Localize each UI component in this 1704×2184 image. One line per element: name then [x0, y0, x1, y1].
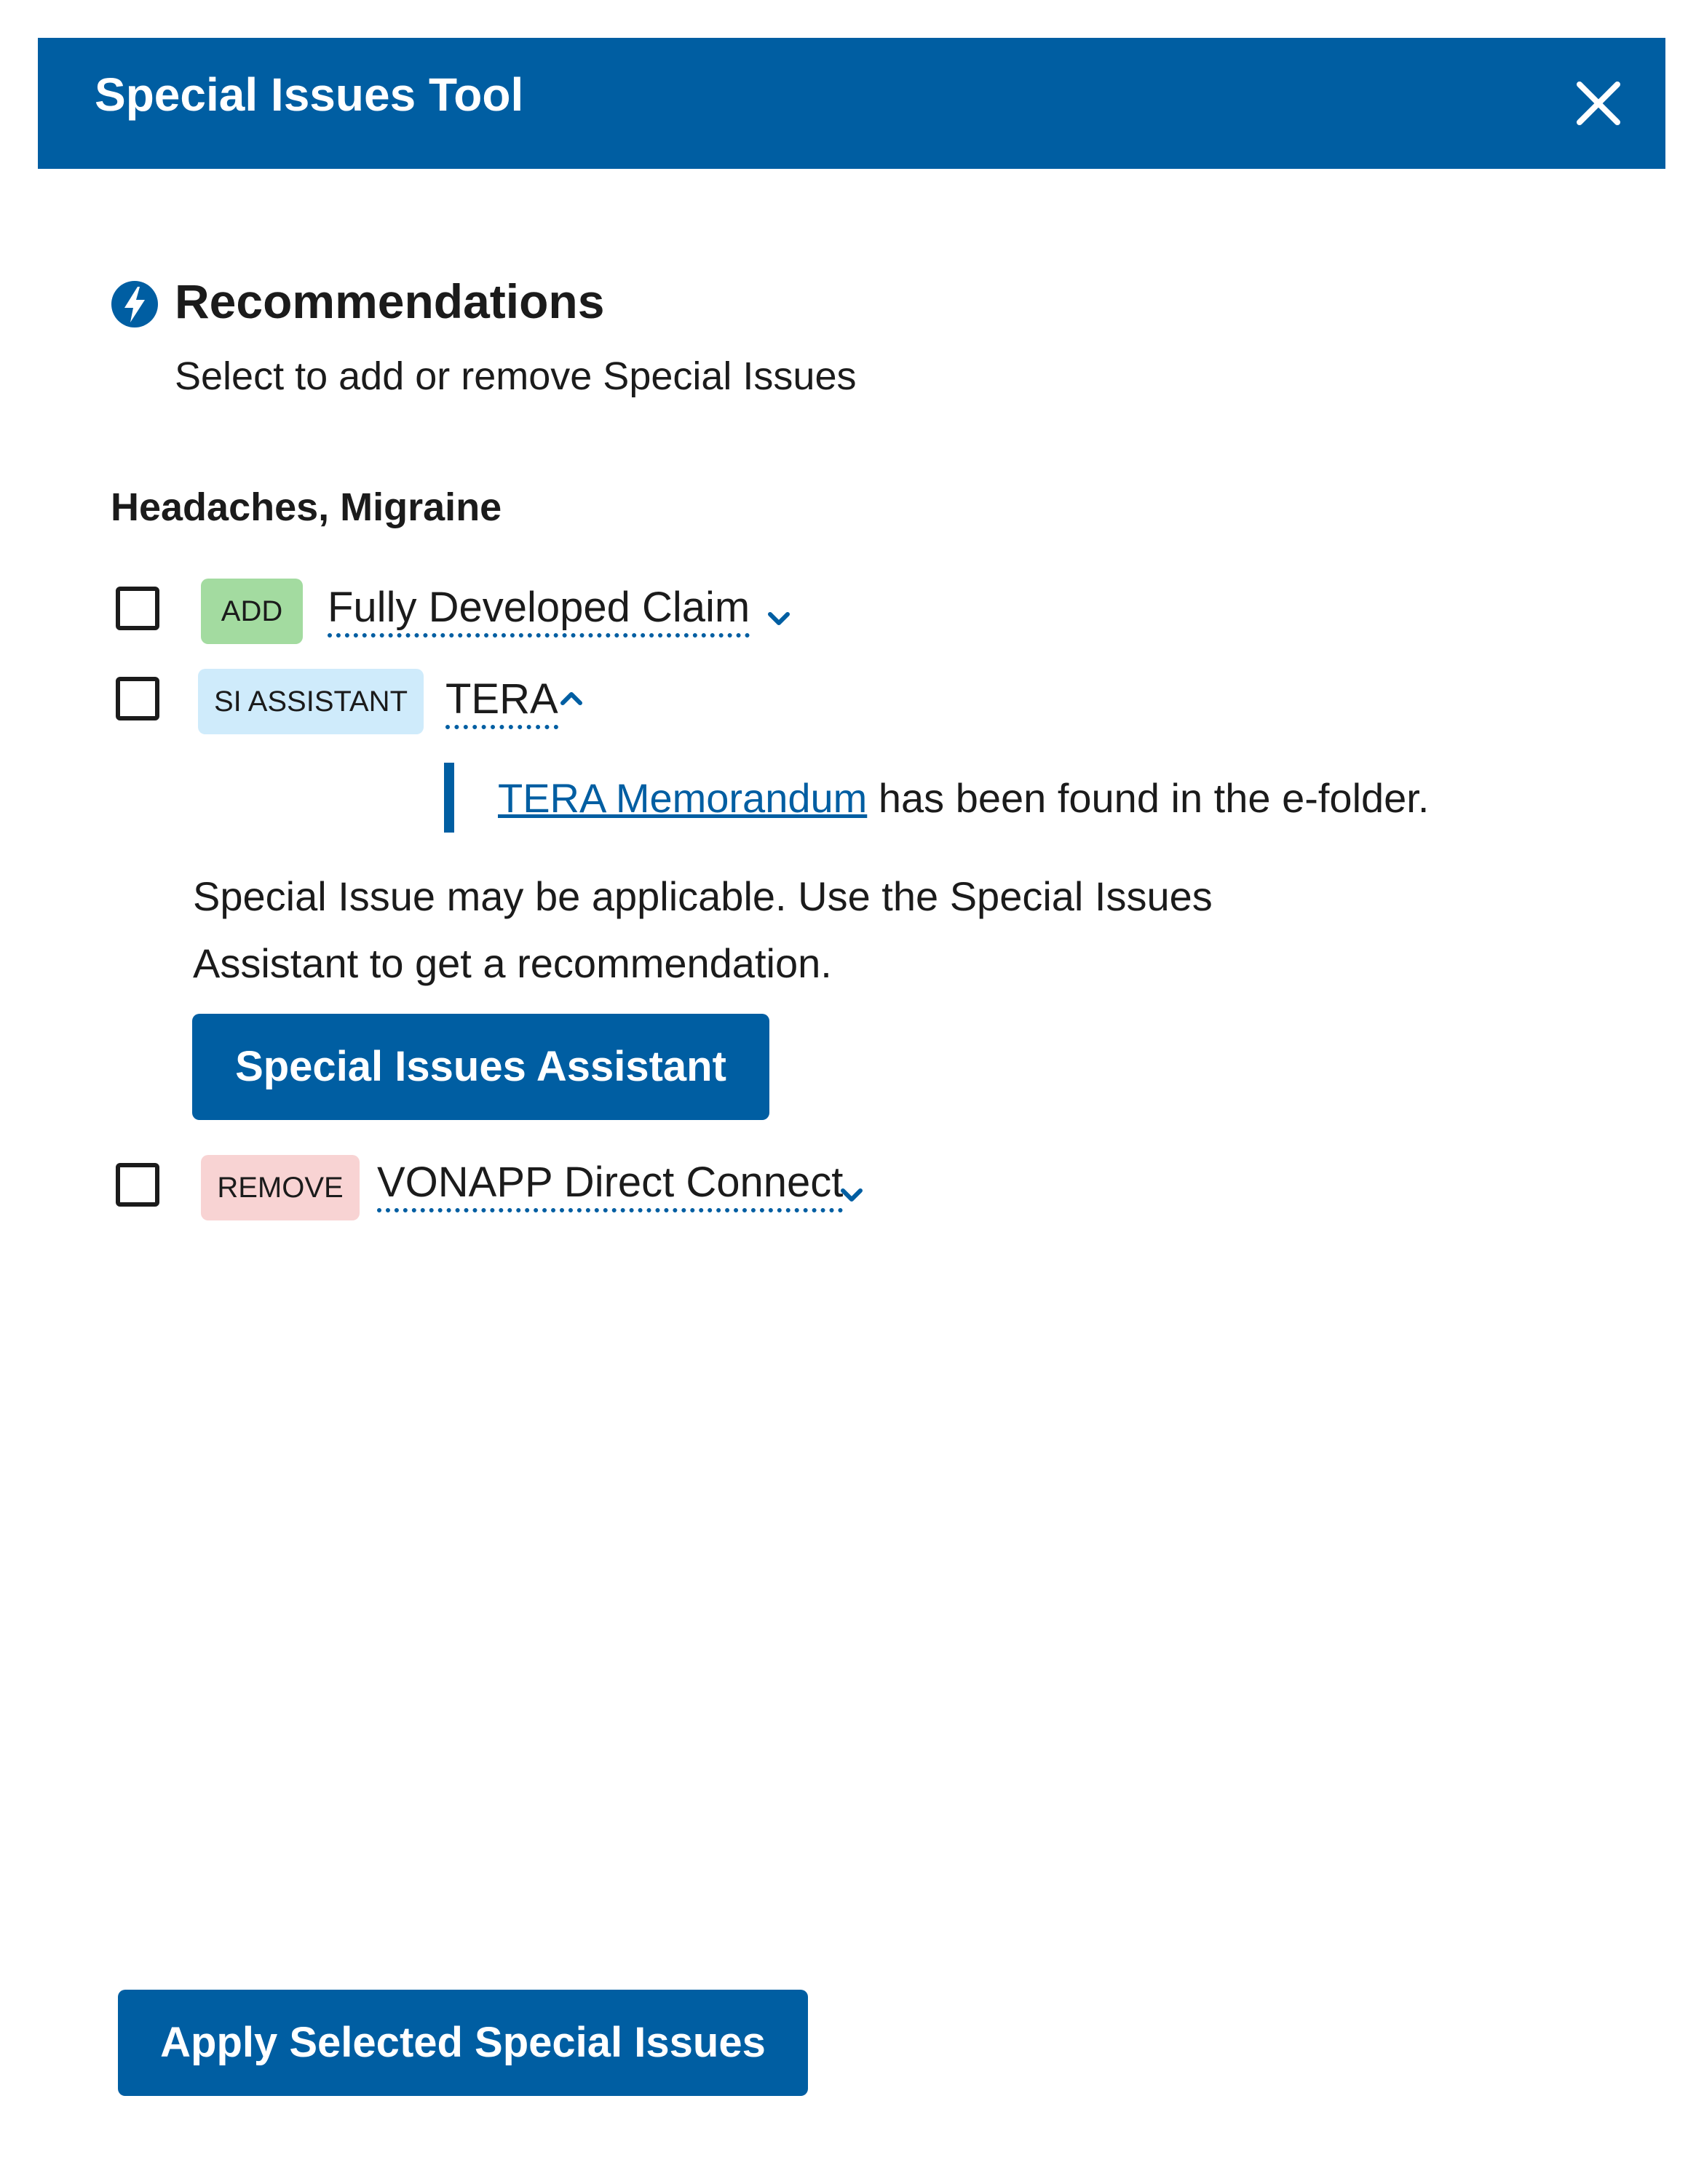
- lightning-bolt-icon: [111, 280, 159, 328]
- tag-remove: REMOVE: [201, 1155, 360, 1220]
- apply-selected-special-issues-button[interactable]: Apply Selected Special Issues: [118, 1990, 808, 2096]
- special-issues-assistant-button[interactable]: Special Issues Assistant: [192, 1014, 769, 1120]
- found-in-efolder-text: has been found in the e-folder.: [867, 775, 1430, 821]
- item-label-vonapp-direct-connect[interactable]: VONAPP Direct Connect: [377, 1157, 844, 1212]
- chevron-down-icon[interactable]: [764, 604, 793, 633]
- tag-si-assistant: SI ASSISTANT: [198, 669, 424, 734]
- checkbox-fully-developed-claim[interactable]: [116, 587, 159, 630]
- chevron-down-icon[interactable]: [837, 1180, 866, 1210]
- chevron-up-icon[interactable]: [557, 684, 586, 713]
- tag-add: ADD: [201, 579, 303, 644]
- recommendations-title: Recommendations: [175, 274, 605, 328]
- issue-title: Headaches, Migraine: [111, 485, 502, 529]
- close-icon[interactable]: [1572, 77, 1625, 130]
- tool-header: Special Issues Tool: [38, 38, 1665, 169]
- item-label-tera[interactable]: TERA: [445, 674, 558, 729]
- quote-bar: [444, 763, 454, 833]
- tera-found-text: TERA Memorandum has been found in the e-…: [498, 776, 1429, 821]
- checkbox-vonapp-direct-connect[interactable]: [116, 1163, 159, 1207]
- item-label-fully-developed-claim[interactable]: Fully Developed Claim: [328, 582, 750, 638]
- tera-memorandum-link[interactable]: TERA Memorandum: [498, 775, 867, 821]
- tera-description: Special Issue may be applicable. Use the…: [193, 873, 1213, 986]
- recommendations-subtitle: Select to add or remove Special Issues: [175, 354, 857, 398]
- checkbox-tera[interactable]: [116, 677, 159, 720]
- tool-title: Special Issues Tool: [95, 68, 524, 121]
